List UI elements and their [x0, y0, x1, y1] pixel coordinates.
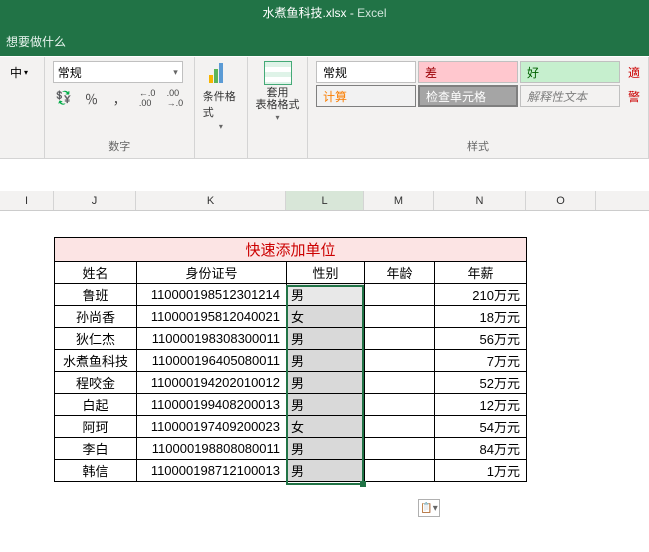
app-name: Excel [357, 6, 386, 20]
worksheet-area[interactable]: I J K L M N O 快速添加单位 姓名 身份证号 性别 年龄 年薪 鲁班… [0, 159, 649, 552]
style-check-cell[interactable]: 检查单元格 [418, 85, 518, 107]
table-row: 鲁班110000198512301214男210万元 [55, 284, 527, 306]
number-format-combo[interactable]: 常规 ▾ [53, 61, 183, 83]
table-icon [264, 61, 292, 85]
style-warning-partial[interactable]: 適 [622, 61, 640, 83]
header-gender[interactable]: 性别 [287, 262, 365, 284]
paste-options-icon[interactable]: 📋▾ [418, 499, 440, 517]
cell-styles-group: 常规 差 好 適 计算 检查单元格 解释性文本 警 样式 [308, 57, 649, 158]
accounting-format-button[interactable]: 💱 [53, 87, 75, 109]
table-row: 白起110000199408200013男12万元 [55, 394, 527, 416]
increase-decimal-button[interactable]: ←.0.00 [136, 87, 158, 109]
table-row: 狄仁杰110000198308300011男56万元 [55, 328, 527, 350]
format-as-table-button[interactable]: 套用 表格格式 ▾ [256, 61, 299, 131]
table-row: 水煮鱼科技110000196405080011男7万元 [55, 350, 527, 372]
percent-format-button[interactable]: ％ [81, 87, 103, 109]
conditional-format-label: 条件格式 [203, 88, 239, 120]
table-row: 李白110000198808080011男84万元 [55, 438, 527, 460]
ribbon-tabs-row: 想要做什么 [0, 26, 649, 56]
workbook-name: 水煮鱼科技.xlsx [262, 6, 346, 20]
group-label-alignment [8, 152, 36, 154]
style-warning-partial2[interactable]: 警 [622, 85, 640, 107]
conditional-format-button[interactable]: 条件格式 ▾ [203, 61, 239, 131]
table-row: 阿珂110000197409200023女54万元 [55, 416, 527, 438]
chevron-down-icon: ▾ [24, 68, 28, 77]
style-calculation[interactable]: 计算 [316, 85, 416, 107]
header-salary[interactable]: 年薪 [435, 262, 527, 284]
group-label-styles: 样式 [316, 136, 640, 154]
col-header-K[interactable]: K [136, 191, 286, 210]
chevron-down-icon: ▾ [275, 113, 279, 122]
format-as-table-label: 套用 表格格式 [256, 87, 300, 111]
style-bad[interactable]: 差 [418, 61, 518, 83]
chevron-down-icon: ▾ [219, 122, 223, 131]
fill-handle[interactable] [360, 481, 366, 487]
style-explanatory[interactable]: 解释性文本 [520, 85, 620, 107]
col-header-M[interactable]: M [364, 191, 434, 210]
col-header-J[interactable]: J [54, 191, 136, 210]
style-good[interactable]: 好 [520, 61, 620, 83]
col-header-N[interactable]: N [434, 191, 526, 210]
format-as-table-group: 套用 表格格式 ▾ [248, 57, 308, 158]
col-header-L[interactable]: L [286, 191, 364, 210]
table-row: 程咬金110000194202010012男52万元 [55, 372, 527, 394]
group-label-number: 数字 [53, 136, 186, 154]
title-separator: - [347, 6, 358, 20]
decrease-decimal-button[interactable]: .00→.0 [164, 87, 186, 109]
merge-center-button[interactable]: 中▾ [8, 61, 30, 83]
tell-me-field[interactable]: 想要做什么 [6, 33, 66, 50]
header-id[interactable]: 身份证号 [137, 262, 287, 284]
number-format-value: 常规 [58, 64, 82, 81]
table-title[interactable]: 快速添加单位 [55, 238, 527, 262]
table-row: 孙尚香110000195812040021女18万元 [55, 306, 527, 328]
conditional-format-icon [207, 61, 235, 86]
header-age[interactable]: 年龄 [365, 262, 435, 284]
header-name[interactable]: 姓名 [55, 262, 137, 284]
ribbon: 想要做什么 中▾ 常规 ▾ 💱 ％ ， ←.0.00 .00→.0 数字 [0, 26, 649, 159]
column-headers: I J K L M N O [0, 191, 649, 211]
title-bar: 水煮鱼科技.xlsx - Excel [0, 0, 649, 26]
data-table: 快速添加单位 姓名 身份证号 性别 年龄 年薪 鲁班11000019851230… [54, 237, 527, 482]
conditional-format-group: 条件格式 ▾ [195, 57, 248, 158]
style-normal[interactable]: 常规 [316, 61, 416, 83]
table-row: 韩信110000198712100013男1万元 [55, 460, 527, 482]
col-header-I[interactable]: I [0, 191, 54, 210]
comma-format-button[interactable]: ， [108, 87, 130, 109]
col-header-O[interactable]: O [526, 191, 596, 210]
alignment-group: 中▾ [0, 57, 45, 158]
chevron-down-icon: ▾ [173, 67, 178, 78]
number-group: 常规 ▾ 💱 ％ ， ←.0.00 .00→.0 数字 [45, 57, 195, 158]
